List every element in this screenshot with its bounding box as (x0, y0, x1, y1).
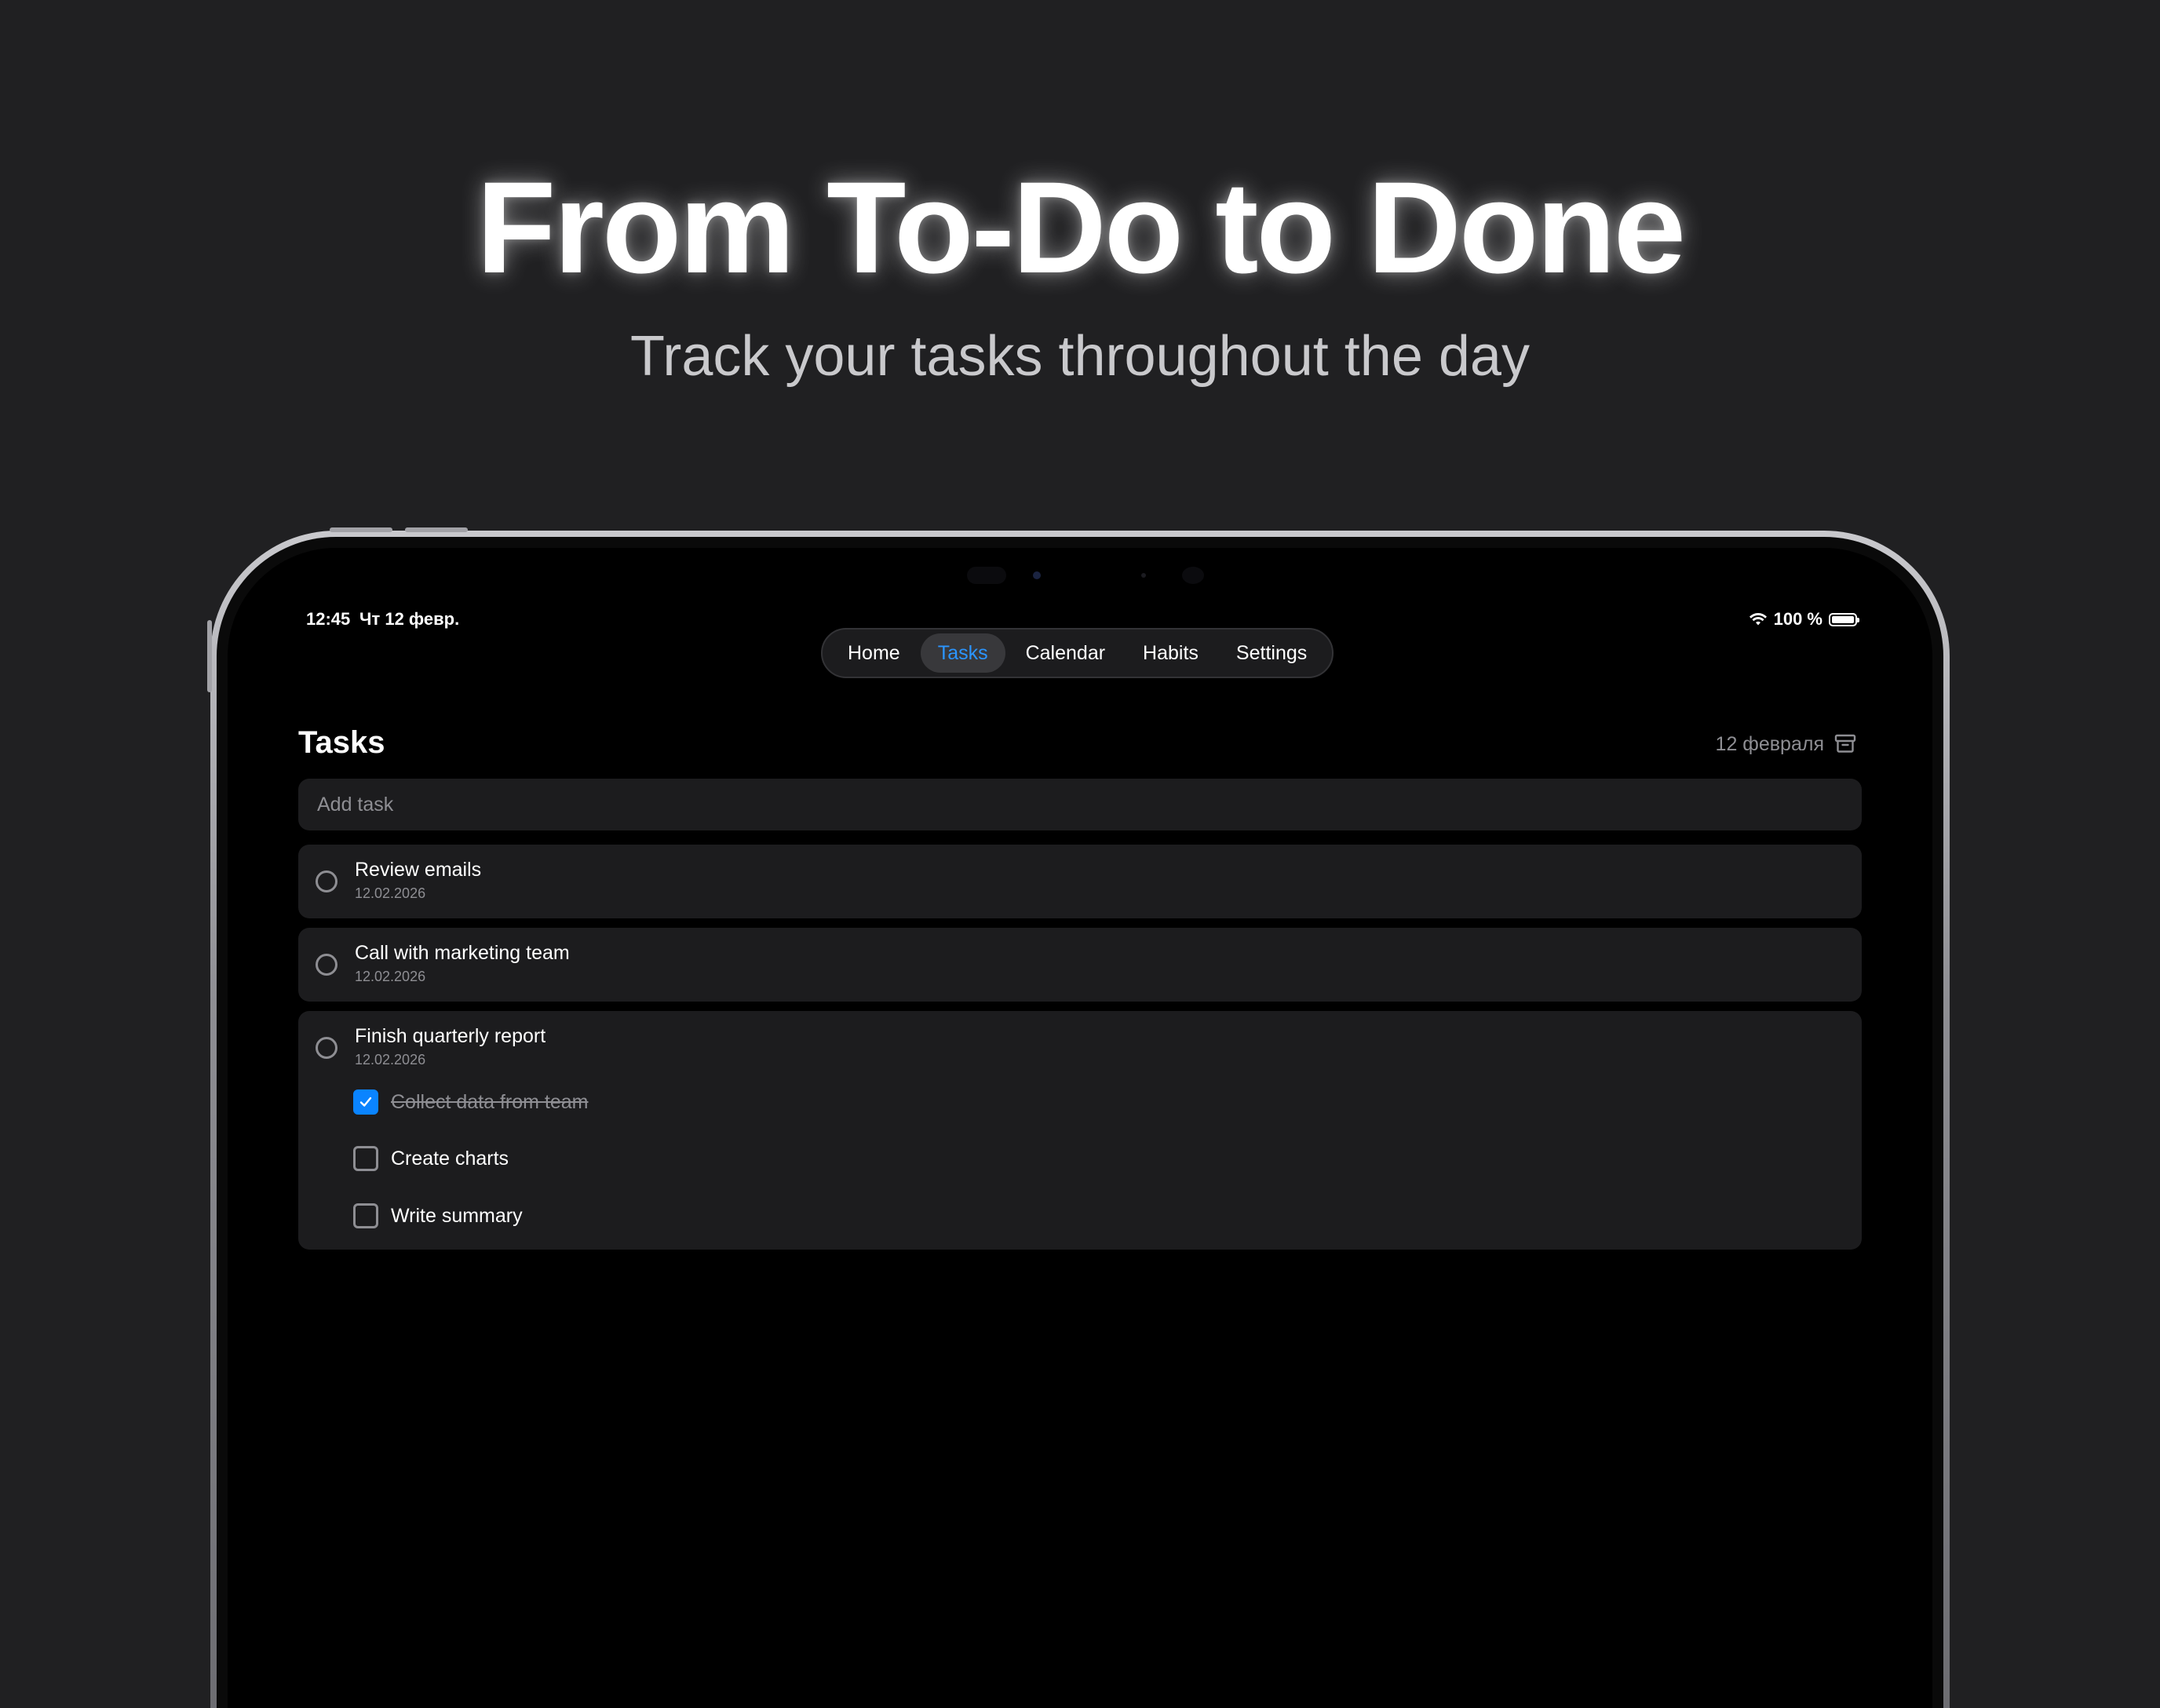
status-date: Чт 12 февр. (359, 609, 460, 629)
wifi-icon (1749, 613, 1767, 626)
tab-habits[interactable]: Habits (1126, 633, 1216, 673)
tablet-frame: 12:45 Чт 12 февр. 100 % Home Tasks Calen… (207, 527, 1950, 1708)
subtask-item[interactable]: Write summary (353, 1203, 523, 1228)
tab-home[interactable]: Home (830, 633, 918, 673)
task-card[interactable]: Finish quarterly report 12.02.2026 Colle… (298, 1011, 1862, 1250)
sensor-left (967, 567, 1006, 584)
task-complete-toggle[interactable] (316, 954, 338, 976)
tab-tasks[interactable]: Tasks (920, 633, 1005, 673)
status-indicators: 100 % (1749, 609, 1859, 630)
battery-percentage: 100 % (1773, 609, 1822, 629)
subtask-label: Write summary (391, 1204, 523, 1227)
task-date: 12.02.2026 (355, 969, 426, 984)
top-button-2 (405, 527, 468, 532)
top-button-1 (330, 527, 392, 532)
task-title: Call with marketing team (355, 942, 570, 964)
task-card[interactable]: Call with marketing team 12.02.2026 (298, 928, 1862, 1002)
subtask-checkbox[interactable] (353, 1203, 378, 1228)
battery-fill (1832, 615, 1854, 623)
task-title: Finish quarterly report (355, 1025, 546, 1047)
battery-icon (1829, 612, 1859, 626)
subtask-checkbox[interactable] (353, 1089, 378, 1115)
subtask-label: Create charts (391, 1147, 509, 1170)
status-time: 12:45 (306, 609, 351, 629)
add-task-input[interactable] (298, 779, 1862, 830)
sensor-dot (1141, 573, 1146, 578)
archive-icon[interactable] (1833, 732, 1857, 755)
subtask-label: Collect data from team (391, 1090, 589, 1113)
task-title: Review emails (355, 859, 482, 881)
tab-settings[interactable]: Settings (1219, 633, 1324, 673)
side-button (207, 620, 212, 692)
task-date: 12.02.2026 (355, 1052, 426, 1068)
hero-title: From To-Do to Done (476, 155, 1686, 301)
task-complete-toggle[interactable] (316, 1037, 338, 1059)
tab-calendar[interactable]: Calendar (1009, 633, 1122, 673)
subtask-item[interactable]: Create charts (353, 1146, 509, 1171)
screen: 12:45 Чт 12 февр. 100 % Home Tasks Calen… (228, 548, 1932, 1708)
tab-bar: Home Tasks Calendar Habits Settings (821, 628, 1334, 678)
task-date: 12.02.2026 (355, 885, 426, 901)
checkmark-icon (359, 1097, 372, 1107)
sensor-right (1182, 567, 1204, 584)
date-label[interactable]: 12 февраля (1716, 733, 1824, 756)
page-title: Tasks (298, 725, 385, 760)
bezel: 12:45 Чт 12 февр. 100 % Home Tasks Calen… (217, 537, 1943, 1708)
subtask-checkbox[interactable] (353, 1146, 378, 1171)
hero-subtitle: Track your tasks throughout the day (630, 325, 1530, 388)
task-card[interactable]: Review emails 12.02.2026 (298, 845, 1862, 918)
subtask-item[interactable]: Collect data from team (353, 1089, 589, 1115)
task-complete-toggle[interactable] (316, 870, 338, 892)
camera-lens (1033, 571, 1041, 579)
